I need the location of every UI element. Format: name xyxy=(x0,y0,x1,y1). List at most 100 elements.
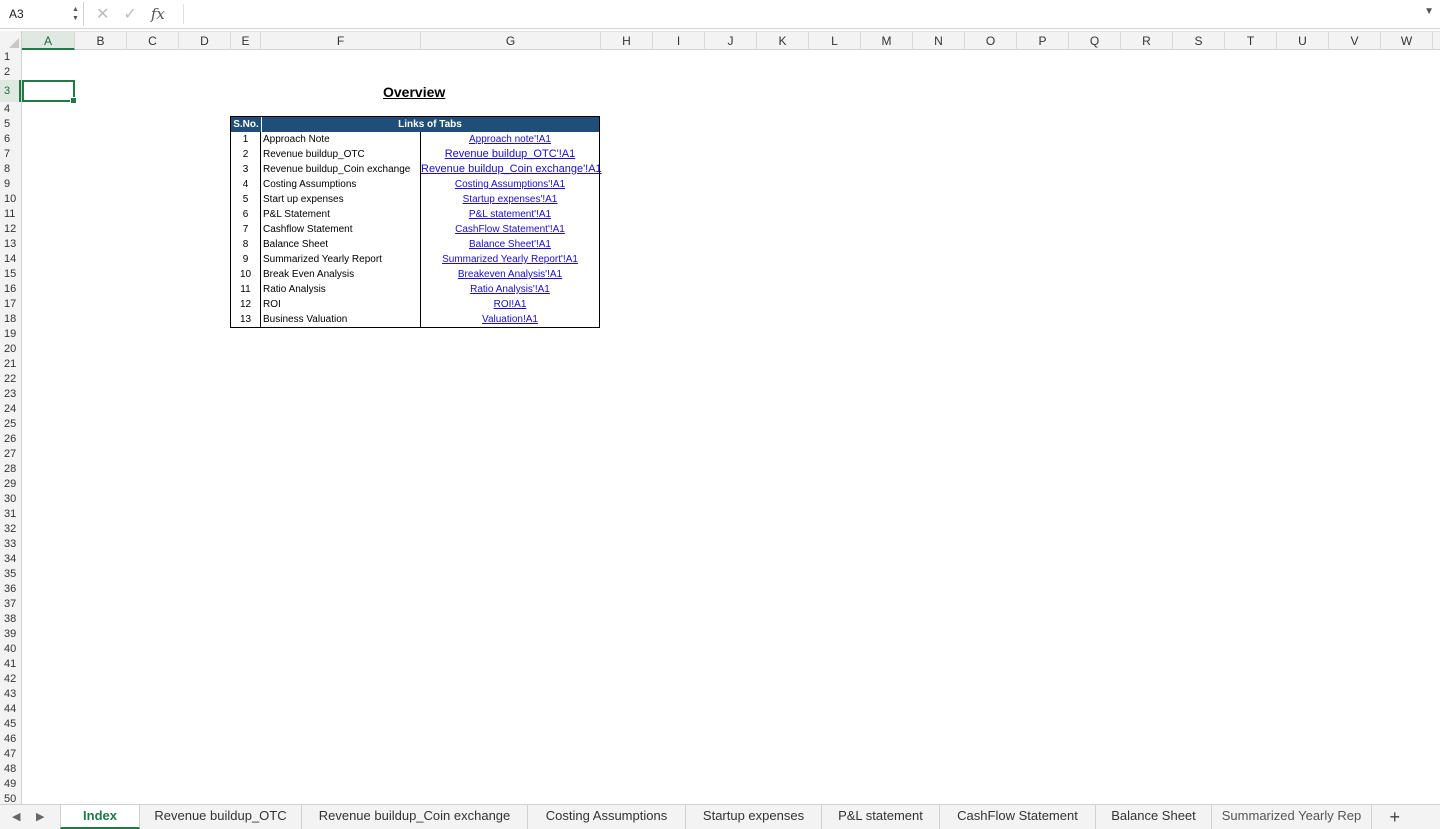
row-header-31[interactable]: 31 xyxy=(0,507,21,522)
row-header-38[interactable]: 38 xyxy=(0,612,21,627)
column-header-s[interactable]: S xyxy=(1173,32,1225,50)
row-header-3[interactable]: 3 xyxy=(0,80,21,102)
column-header-c[interactable]: C xyxy=(127,32,179,50)
sheet-tab[interactable]: P&L statement xyxy=(822,805,940,829)
row-header-49[interactable]: 49 xyxy=(0,777,21,792)
sheet-tab[interactable]: Startup expenses xyxy=(686,805,822,829)
column-header-b[interactable]: B xyxy=(75,32,127,50)
column-header-r[interactable]: R xyxy=(1121,32,1173,50)
column-header-m[interactable]: M xyxy=(861,32,913,50)
row-header-37[interactable]: 37 xyxy=(0,597,21,612)
column-header-a[interactable]: A xyxy=(22,32,75,50)
row-header-13[interactable]: 13 xyxy=(0,237,21,252)
row-header-7[interactable]: 7 xyxy=(0,147,21,162)
row-header-20[interactable]: 20 xyxy=(0,342,21,357)
selected-cell-a3[interactable] xyxy=(22,80,77,104)
row-header-26[interactable]: 26 xyxy=(0,432,21,447)
name-box-stepper-icon[interactable]: ▲ ▼ xyxy=(72,5,79,23)
row-header-40[interactable]: 40 xyxy=(0,642,21,657)
row-header-14[interactable]: 14 xyxy=(0,252,21,267)
column-header-e[interactable]: E xyxy=(231,32,261,50)
row-header-9[interactable]: 9 xyxy=(0,177,21,192)
column-header-h[interactable]: H xyxy=(601,32,653,50)
row-header-19[interactable]: 19 xyxy=(0,327,21,342)
column-header-f[interactable]: F xyxy=(261,32,421,50)
row-header-15[interactable]: 15 xyxy=(0,267,21,282)
column-header-k[interactable]: K xyxy=(757,32,809,50)
tab-hyperlink[interactable]: P&L statement'!A1 xyxy=(421,207,599,222)
cancel-icon[interactable]: ✕ xyxy=(96,4,109,24)
sheet-tab[interactable]: Summarized Yearly Rep xyxy=(1212,805,1372,829)
column-header-p[interactable]: P xyxy=(1017,32,1069,50)
row-header-42[interactable]: 42 xyxy=(0,672,21,687)
row-header-44[interactable]: 44 xyxy=(0,702,21,717)
tab-hyperlink[interactable]: CashFlow Statement'!A1 xyxy=(421,222,599,237)
tab-hyperlink[interactable]: Summarized Yearly Report'!A1 xyxy=(421,252,599,267)
tab-hyperlink[interactable]: Revenue buildup_OTC'!A1 xyxy=(421,147,599,162)
row-header-2[interactable]: 2 xyxy=(0,65,21,80)
sheet-tab[interactable]: Balance Sheet xyxy=(1096,805,1212,829)
row-header-21[interactable]: 21 xyxy=(0,357,21,372)
tab-hyperlink[interactable]: Breakeven Analysis'!A1 xyxy=(421,267,599,282)
tab-hyperlink[interactable]: Ratio Analysis'!A1 xyxy=(421,282,599,297)
enter-icon[interactable]: ✓ xyxy=(123,4,136,24)
column-header-j[interactable]: J xyxy=(705,32,757,50)
sheet-tab[interactable]: Costing Assumptions xyxy=(528,805,686,829)
tab-hyperlink[interactable]: Startup expenses'!A1 xyxy=(421,192,599,207)
row-header-43[interactable]: 43 xyxy=(0,687,21,702)
function-icon[interactable]: fx xyxy=(151,5,165,23)
row-header-35[interactable]: 35 xyxy=(0,567,21,582)
tab-hyperlink[interactable]: Revenue buildup_Coin exchange'!A1 xyxy=(421,162,602,177)
row-header-45[interactable]: 45 xyxy=(0,717,21,732)
row-header-6[interactable]: 6 xyxy=(0,132,21,147)
tab-hyperlink[interactable]: Costing Assumptions'!A1 xyxy=(421,177,599,192)
row-header-5[interactable]: 5 xyxy=(0,117,21,132)
row-header-16[interactable]: 16 xyxy=(0,282,21,297)
row-header-25[interactable]: 25 xyxy=(0,417,21,432)
row-header-48[interactable]: 48 xyxy=(0,762,21,777)
column-header-d[interactable]: D xyxy=(179,32,231,50)
expand-formula-icon[interactable]: ▼ xyxy=(1424,6,1434,17)
column-header-w[interactable]: W xyxy=(1381,32,1433,50)
row-header-27[interactable]: 27 xyxy=(0,447,21,462)
tab-hyperlink[interactable]: Valuation!A1 xyxy=(421,312,599,327)
row-header-8[interactable]: 8 xyxy=(0,162,21,177)
column-header-i[interactable]: I xyxy=(653,32,705,50)
column-header-t[interactable]: T xyxy=(1225,32,1277,50)
column-header-u[interactable]: U xyxy=(1277,32,1329,50)
tab-hyperlink[interactable]: Balance Sheet'!A1 xyxy=(421,237,599,252)
sheet-tab[interactable]: Index xyxy=(60,805,140,829)
add-sheet-icon[interactable]: + xyxy=(1389,807,1400,828)
row-header-33[interactable]: 33 xyxy=(0,537,21,552)
next-sheet-icon[interactable]: ▶ xyxy=(36,810,44,823)
row-header-10[interactable]: 10 xyxy=(0,192,21,207)
row-header-22[interactable]: 22 xyxy=(0,372,21,387)
row-header-47[interactable]: 47 xyxy=(0,747,21,762)
row-header-34[interactable]: 34 xyxy=(0,552,21,567)
row-header-12[interactable]: 12 xyxy=(0,222,21,237)
sheet-tab[interactable]: Revenue buildup_Coin exchange xyxy=(302,805,528,829)
row-header-36[interactable]: 36 xyxy=(0,582,21,597)
row-header-18[interactable]: 18 xyxy=(0,312,21,327)
name-box[interactable]: A3 ▲ ▼ xyxy=(0,2,84,26)
column-header-o[interactable]: O xyxy=(965,32,1017,50)
row-header-1[interactable]: 1 xyxy=(0,50,21,65)
row-header-4[interactable]: 4 xyxy=(0,102,21,117)
tab-hyperlink[interactable]: Approach note'!A1 xyxy=(421,132,599,147)
row-header-30[interactable]: 30 xyxy=(0,492,21,507)
row-header-11[interactable]: 11 xyxy=(0,207,21,222)
column-header-v[interactable]: V xyxy=(1329,32,1381,50)
row-header-24[interactable]: 24 xyxy=(0,402,21,417)
row-header-23[interactable]: 23 xyxy=(0,387,21,402)
row-header-46[interactable]: 46 xyxy=(0,732,21,747)
row-header-41[interactable]: 41 xyxy=(0,657,21,672)
tab-hyperlink[interactable]: ROI!A1 xyxy=(421,297,599,312)
row-header-32[interactable]: 32 xyxy=(0,522,21,537)
column-header-q[interactable]: Q xyxy=(1069,32,1121,50)
select-all-corner[interactable] xyxy=(0,31,22,50)
column-header-g[interactable]: G xyxy=(421,32,601,50)
row-header-39[interactable]: 39 xyxy=(0,627,21,642)
row-header-28[interactable]: 28 xyxy=(0,462,21,477)
row-header-29[interactable]: 29 xyxy=(0,477,21,492)
sheet-tab[interactable]: Revenue buildup_OTC xyxy=(140,805,302,829)
